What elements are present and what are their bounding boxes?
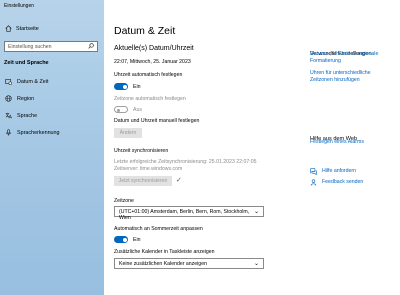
sidebar-item-sprache[interactable]: Sprache: [5, 112, 37, 119]
search-placeholder: Einstellung suchen: [8, 44, 52, 50]
calendar-dropdown[interactable]: Keine zusätzlichen Kalender anzeigen ⌄: [114, 258, 264, 269]
calendar-value: Keine zusätzlichen Kalender anzeigen: [119, 261, 207, 267]
timezone-value: (UTC+01:00) Amsterdam, Berlin, Bern, Rom…: [119, 209, 250, 221]
search-input[interactable]: Einstellung suchen: [4, 41, 98, 52]
language-icon: [5, 112, 12, 119]
auto-time-label: Uhrzeit automatisch festlegen: [114, 72, 183, 78]
home-icon: [5, 25, 12, 32]
auto-zone-state: Aus: [133, 107, 142, 113]
nav-home[interactable]: Startseite: [5, 25, 39, 32]
sidebar-item-label: Datum & Zeit: [17, 78, 49, 85]
current-datetime-heading: Aktuelle(s) Datum/Uhrzeit: [114, 45, 194, 52]
sync-heading: Uhrzeit synchronisieren: [114, 148, 169, 154]
auto-zone-label: Zeitzone automatisch festlegen: [114, 96, 186, 102]
chevron-down-icon: ⌄: [253, 261, 259, 267]
sync-server-text: Zeitserver: time.windows.com: [114, 166, 183, 172]
chevron-down-icon: ⌄: [253, 209, 259, 215]
timezone-dropdown[interactable]: (UTC+01:00) Amsterdam, Berlin, Bern, Rom…: [114, 206, 264, 221]
sidebar-item-label: Sprache: [17, 112, 38, 119]
window-title: Einstellungen: [4, 3, 35, 9]
change-button[interactable]: Ändern: [114, 128, 142, 138]
checkmark-icon: ✓: [176, 177, 182, 184]
sidebar-item-label: Region: [17, 95, 35, 102]
calendar-clock-icon: [5, 78, 12, 85]
sync-now-button[interactable]: Jetzt synchronisieren: [114, 176, 172, 186]
sidebar-item-datum-zeit[interactable]: Datum & Zeit: [5, 78, 48, 85]
auto-time-toggle[interactable]: [114, 83, 128, 90]
current-datetime-value: 22:07, Mittwoch, 25. Januar 2023: [114, 59, 191, 65]
link-regional-formatting[interactable]: Datums-, Uhrzeit- & regionale Formatieru…: [310, 51, 392, 64]
search-icon[interactable]: [88, 43, 94, 51]
manual-set-label: Datum und Uhrzeit manuell festlegen: [114, 118, 200, 124]
dst-label: Automatisch an Sommerzeit anpassen: [114, 226, 203, 232]
sidebar-item-region[interactable]: Region: [5, 95, 34, 102]
sidebar-item-label: Spracherkennung: [17, 129, 60, 136]
page-title: Datum & Zeit: [114, 25, 176, 37]
feedback-link[interactable]: Feedback senden: [310, 173, 363, 191]
dst-toggle[interactable]: [114, 236, 128, 243]
timezone-label: Zeitzone: [114, 198, 134, 204]
sidebar-section-title: Zeit und Sprache: [4, 60, 49, 66]
sidebar-item-spracherkennung[interactable]: Spracherkennung: [5, 129, 60, 136]
calendar-label: Zusätzliche Kalender in Taskleiste anzei…: [114, 249, 215, 255]
auto-zone-toggle[interactable]: [114, 106, 128, 113]
main-content: Datum & Zeit Aktuelle(s) Datum/Uhrzeit 2…: [104, 0, 400, 295]
sidebar: Startseite Einstellung suchen Zeit und S…: [0, 0, 104, 295]
link-set-alarm[interactable]: Festlegen eines Alarms: [310, 139, 364, 145]
nav-home-label: Startseite: [16, 25, 39, 32]
dst-state: Ein: [133, 237, 141, 243]
microphone-icon: [5, 129, 12, 136]
globe-icon: [5, 95, 12, 102]
link-add-clocks[interactable]: Uhren für unterschiedliche Zeitzonen hin…: [310, 70, 392, 83]
auto-time-state: Ein: [133, 84, 141, 90]
sync-last-text: Letzte erfolgreiche Zeitsynchronisierung…: [114, 159, 257, 165]
feedback-icon: [310, 173, 317, 191]
